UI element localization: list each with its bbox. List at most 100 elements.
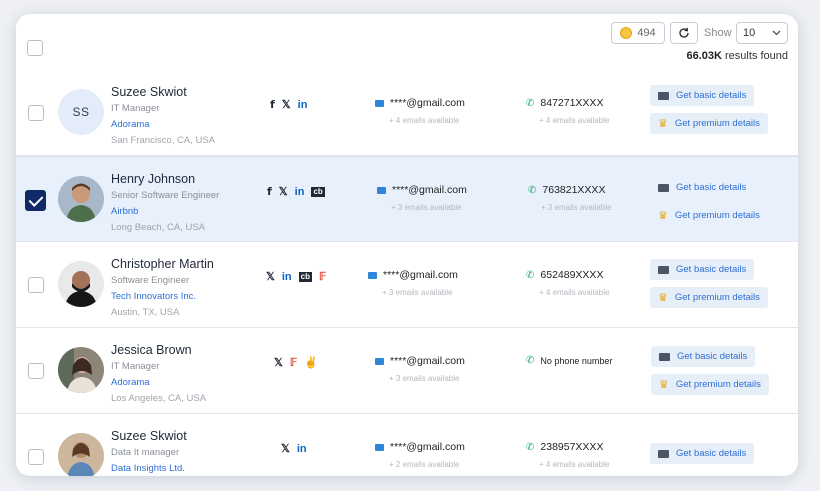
phone-icon: ✆ xyxy=(526,355,535,366)
mail-icon xyxy=(377,186,386,194)
email-value: ****@gmail.com xyxy=(390,355,465,367)
email-value: ****@gmail.com xyxy=(390,97,465,109)
email-field[interactable]: ****@gmail.com xyxy=(368,269,458,281)
person-name[interactable]: Henry Johnson xyxy=(111,172,195,186)
social-links: 𝕏 𝔽 ✌ xyxy=(274,356,318,370)
person-name[interactable]: Jessica Brown xyxy=(111,343,192,357)
email-field[interactable]: ****@gmail.com xyxy=(375,355,465,367)
phone-value: 652489XXXX xyxy=(540,269,604,281)
get-premium-details-button[interactable]: ♛ Get premium details xyxy=(651,374,769,395)
person-title: IT Manager xyxy=(111,361,160,372)
phone-sub: + 4 emails available xyxy=(539,460,610,469)
avatar xyxy=(58,433,104,476)
x-icon[interactable]: 𝕏 xyxy=(279,185,288,199)
foursquare-icon[interactable]: 𝔽 xyxy=(290,356,297,370)
table-row[interactable]: Henry Johnson Senior Software Engineer A… xyxy=(16,156,798,242)
table-row[interactable]: Suzee Skwiot Data It manager Data Insigh… xyxy=(16,414,798,476)
email-value: ****@gmail.com xyxy=(383,269,458,281)
envelope-icon xyxy=(658,449,669,458)
row-checkbox[interactable] xyxy=(28,277,44,293)
premium-label: Get premium details xyxy=(675,379,761,390)
email-sub: + 3 emails available xyxy=(382,288,453,297)
crunchbase-icon[interactable]: cb xyxy=(311,187,325,197)
foursquare-icon[interactable]: 𝔽 xyxy=(319,270,326,284)
email-field[interactable]: ****@gmail.com xyxy=(375,441,465,453)
page-size-value: 10 xyxy=(743,27,756,39)
x-icon[interactable]: 𝕏 xyxy=(266,270,275,284)
company-link[interactable]: Tech Innovators Inc. xyxy=(111,291,196,302)
x-icon[interactable]: 𝕏 xyxy=(282,98,291,112)
phone-field[interactable]: ✆ 238957XXXX xyxy=(526,441,603,453)
show-label: Show xyxy=(704,27,732,39)
avatar-initials: SS xyxy=(72,105,90,119)
email-field[interactable]: ****@gmail.com xyxy=(377,184,467,196)
get-premium-details-button[interactable]: ♛ Get premium details xyxy=(650,287,768,308)
get-premium-details-button[interactable]: ♛ Get premium details xyxy=(650,205,768,226)
envelope-icon xyxy=(658,183,669,192)
phone-value: 847271XXXX xyxy=(540,97,604,109)
mail-icon xyxy=(375,357,384,365)
social-links: f 𝕏 in cb xyxy=(267,185,325,199)
mail-icon xyxy=(375,99,384,107)
person-name[interactable]: Suzee Skwiot xyxy=(111,429,187,443)
phone-icon: ✆ xyxy=(526,269,535,281)
facebook-icon[interactable]: f xyxy=(270,98,275,112)
phone-sub: + 4 emails available xyxy=(539,116,610,125)
person-name[interactable]: Christopher Martin xyxy=(111,257,214,271)
company-link[interactable]: Airbnb xyxy=(111,206,138,217)
page-size-select[interactable]: 10 xyxy=(736,22,788,44)
get-premium-details-button[interactable]: ♛ Get premium details xyxy=(650,113,768,134)
premium-label: Get premium details xyxy=(674,292,760,303)
email-sub: + 4 emails available xyxy=(389,116,460,125)
email-sub: + 3 emails available xyxy=(391,203,462,212)
angellist-icon[interactable]: ✌ xyxy=(304,356,318,370)
phone-value: 763821XXXX xyxy=(542,184,606,196)
refresh-button[interactable] xyxy=(670,22,698,44)
linkedin-icon[interactable]: in xyxy=(297,442,307,456)
person-name[interactable]: Suzee Skwiot xyxy=(111,85,187,99)
coin-icon xyxy=(620,27,633,39)
company-link[interactable]: Adorama xyxy=(111,119,150,130)
row-checkbox[interactable] xyxy=(28,105,44,121)
get-basic-details-button[interactable]: Get basic details xyxy=(650,177,754,198)
phone-field[interactable]: ✆ 763821XXXX xyxy=(528,184,605,196)
row-checkbox[interactable] xyxy=(25,190,46,211)
company-link[interactable]: Adorama xyxy=(111,377,150,388)
get-basic-details-button[interactable]: Get basic details xyxy=(650,85,755,106)
basic-label: Get basic details xyxy=(677,351,748,362)
avatar xyxy=(58,261,104,307)
table-row[interactable]: SS Suzee Skwiot IT Manager Adorama San F… xyxy=(16,70,798,156)
email-field[interactable]: ****@gmail.com xyxy=(375,97,465,109)
email-value: ****@gmail.com xyxy=(390,441,465,453)
facebook-icon[interactable]: f xyxy=(267,185,272,199)
phone-field[interactable]: ✆ 847271XXXX xyxy=(526,97,603,109)
results-count: 66.03K results found xyxy=(686,50,788,62)
linkedin-icon[interactable]: in xyxy=(298,98,308,112)
get-basic-details-button[interactable]: Get basic details xyxy=(650,259,755,280)
select-all-checkbox[interactable] xyxy=(27,40,43,56)
email-value: ****@gmail.com xyxy=(392,184,467,196)
get-basic-details-button[interactable]: Get basic details xyxy=(651,346,756,367)
table-row[interactable]: Jessica Brown IT Manager Adorama Los Ang… xyxy=(16,328,798,414)
phone-sub: + 4 emails available xyxy=(539,288,610,297)
mail-icon xyxy=(368,271,377,279)
phone-field[interactable]: ✆ 652489XXXX xyxy=(526,269,603,281)
linkedin-icon[interactable]: in xyxy=(282,270,292,284)
credits-badge[interactable]: 494 xyxy=(611,22,665,44)
company-link[interactable]: Data Insights Ltd. xyxy=(111,463,185,474)
row-checkbox[interactable] xyxy=(28,449,44,465)
person-title: Software Engineer xyxy=(111,275,190,286)
phone-field[interactable]: ✆ No phone number xyxy=(526,355,612,366)
results-text: results found xyxy=(721,50,788,62)
get-basic-details-button[interactable]: Get basic details xyxy=(650,443,755,464)
crunchbase-icon[interactable]: cb xyxy=(298,272,312,282)
table-row[interactable]: Christopher Martin Software Engineer Tec… xyxy=(16,242,798,328)
row-checkbox[interactable] xyxy=(28,363,44,379)
avatar-photo xyxy=(58,261,104,307)
basic-label: Get basic details xyxy=(676,448,747,459)
linkedin-icon[interactable]: in xyxy=(295,185,305,199)
social-links: 𝕏 in cb 𝔽 xyxy=(266,270,326,284)
x-icon[interactable]: 𝕏 xyxy=(274,356,283,370)
x-icon[interactable]: 𝕏 xyxy=(281,442,290,456)
person-location: Long Beach, CA, USA xyxy=(111,222,205,233)
